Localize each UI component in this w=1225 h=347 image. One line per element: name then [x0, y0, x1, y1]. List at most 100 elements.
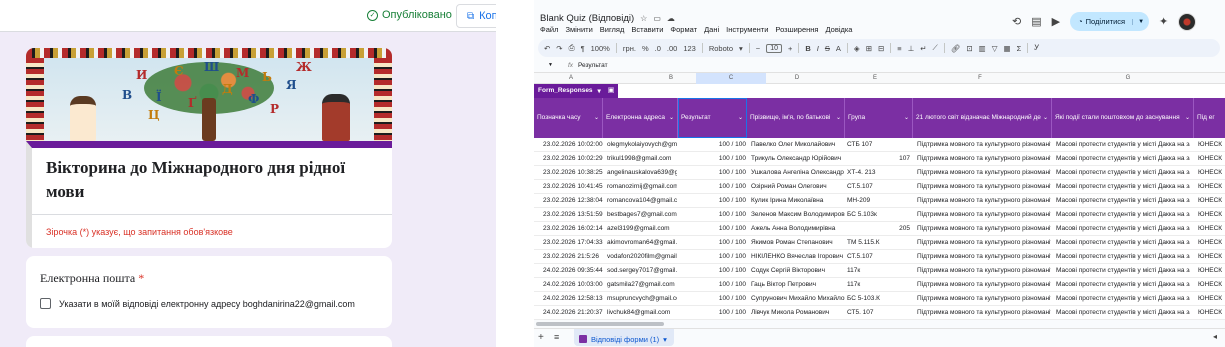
insert-link-icon[interactable]: 🔗︎	[951, 44, 961, 53]
table-cell[interactable]: 100 / 100	[680, 225, 746, 232]
table-cell[interactable]: 100 / 100	[680, 141, 746, 148]
table-cell[interactable]: 23.02.2026 10:02:29	[543, 155, 605, 162]
table-cell[interactable]: Підтримка мовного та культурного різнома…	[917, 253, 1051, 260]
table-cell[interactable]: Підтримка мовного та культурного різнома…	[917, 239, 1051, 246]
table-cell[interactable]: ЮНЕСК	[1198, 155, 1225, 162]
align-vertical-icon[interactable]: ⊥	[908, 44, 915, 53]
table-cell[interactable]: 24.02.2026 12:58:13	[543, 295, 605, 302]
table-cell[interactable]: БС 5.103к	[847, 211, 897, 218]
table-cell[interactable]: bestbages7@gmail.com	[607, 211, 677, 218]
table-cell[interactable]: ЮНЕСК	[1198, 281, 1225, 288]
table-cell[interactable]: 23.02.2026 16:02:14	[543, 225, 605, 232]
table-cell[interactable]: Підтримка мовного та культурного різнома…	[917, 211, 1051, 218]
table-cell[interactable]: 117к	[847, 281, 897, 288]
borders-icon[interactable]: ⊞	[866, 44, 872, 53]
undo-icon[interactable]: ↶	[544, 44, 550, 53]
table-cell[interactable]: Підтримка мовного та культурного різнома…	[917, 309, 1051, 316]
table-cell[interactable]: Содук Сергій Вікторович	[751, 267, 845, 274]
menu-item[interactable]: Дані	[704, 25, 719, 34]
menu-item[interactable]: Довідка	[826, 25, 853, 34]
table-cell[interactable]: gatsmila27@gmail.com	[607, 281, 677, 288]
formula-input[interactable]: Результат	[578, 62, 608, 69]
table-cell[interactable]: Трикуль Олександр Юрійович	[751, 155, 845, 162]
table-cell[interactable]: 100 / 100	[680, 197, 746, 204]
table-cell[interactable]: 100 / 100	[680, 211, 746, 218]
table-cell[interactable]: Підтримка мовного та культурного різнома…	[917, 225, 1051, 232]
table-cell[interactable]: ЮНЕСК	[1198, 267, 1225, 274]
column-letter[interactable]: D	[762, 75, 832, 81]
email-checkbox[interactable]	[40, 298, 51, 309]
column-header[interactable]: 21 лютого світ відзначає Міжнародний де ⌄	[913, 98, 1052, 138]
menu-item[interactable]: Вигляд	[600, 25, 625, 34]
column-letter[interactable]: F	[910, 75, 1050, 81]
font-size-increase-icon[interactable]: +	[788, 44, 792, 53]
table-cell[interactable]: Підтримка мовного та культурного різнома…	[917, 295, 1051, 302]
table-cell[interactable]: 100 / 100	[680, 295, 746, 302]
table-cell[interactable]: akimovroman64@gmail.cc	[607, 239, 677, 246]
table-cell[interactable]: Підтримка мовного та культурного різнома…	[917, 197, 1051, 204]
folder-icon[interactable]: ▭	[653, 14, 661, 23]
column-letter[interactable]: A	[556, 75, 586, 81]
horizontal-scrollbar[interactable]	[536, 322, 664, 326]
table-cell[interactable]: Масові протести студентів у місті Дакка …	[1056, 183, 1190, 190]
fill-color-icon[interactable]: ◈	[854, 44, 860, 53]
zoom-select[interactable]: 100%	[591, 44, 610, 53]
published-status[interactable]: ✓ Опубліковано	[367, 9, 452, 21]
table-name-chip[interactable]: Form_Responses ▾	[534, 84, 607, 98]
table-cell[interactable]: 100 / 100	[680, 267, 746, 274]
avatar[interactable]	[1178, 12, 1197, 31]
history-icon[interactable]: ⟲	[1012, 15, 1021, 28]
table-cell[interactable]: sod.sergey7017@gmail.cc	[607, 267, 677, 274]
font-size-decrease-icon[interactable]: −	[756, 44, 760, 53]
chevron-down-icon[interactable]: ⌄	[1185, 114, 1190, 121]
table-cell[interactable]: 23.02.2026 12:38:04	[543, 197, 605, 204]
table-cell[interactable]: ЮНЕСК	[1198, 253, 1225, 260]
sheet-tab[interactable]: Відповіді форми (1) ▾	[574, 329, 674, 346]
menu-item[interactable]: Файл	[540, 25, 558, 34]
table-cell[interactable]: 117к	[847, 267, 897, 274]
table-cell[interactable]: 24.02.2026 10:03:00	[543, 281, 605, 288]
table-cell[interactable]: Масові протести студентів у місті Дакка …	[1056, 155, 1190, 162]
chevron-down-icon[interactable]: ▼	[1132, 18, 1149, 25]
italic-icon[interactable]: I	[817, 44, 819, 53]
table-cell[interactable]: СТБ 107	[847, 141, 897, 148]
table-cell[interactable]: Ажель Анна Володимирівна	[751, 225, 845, 232]
table-cell[interactable]: Підтримка мовного та культурного різнома…	[917, 141, 1051, 148]
comment-icon[interactable]: ▤	[1031, 15, 1041, 28]
table-row[interactable]: 23.02.2026 10:41:45 romanozirnij@gmail.co…	[534, 180, 1225, 194]
table-cell[interactable]: ТМ 5.115.К	[847, 239, 897, 246]
email-checkbox-row[interactable]: Указати в моїй відповіді електронну адре…	[40, 298, 355, 309]
table-row[interactable]: 23.02.2026 16:02:14 azel3199@gmail.com 100…	[534, 222, 1225, 236]
table-cell[interactable]: Підтримка мовного та культурного різнома…	[917, 281, 1051, 288]
chevron-down-icon[interactable]: ▾	[739, 44, 743, 53]
table-cell[interactable]: 100 / 100	[680, 155, 746, 162]
table-row[interactable]: 24.02.2026 09:35:44 sod.sergey7017@gmail.…	[534, 264, 1225, 278]
table-cell[interactable]: Підтримка мовного та культурного різнома…	[917, 267, 1051, 274]
menu-item[interactable]: Змінити	[565, 25, 592, 34]
table-cell[interactable]: Масові протести студентів у місті Дакка …	[1056, 281, 1190, 288]
table-row[interactable]: 23.02.2026 10:38:25 angelinauskalova639@g…	[534, 166, 1225, 180]
table-cell[interactable]: СТ.5.107	[847, 183, 897, 190]
table-cell[interactable]: angelinauskalova639@gn	[607, 169, 677, 176]
table-cell[interactable]: Масові протести студентів у місті Дакка …	[1056, 225, 1190, 232]
table-cell[interactable]: Масові протести студентів у місті Дакка …	[1056, 239, 1190, 246]
table-row[interactable]: 23.02.2026 10:02:00 olegmykolaiyovych@gma…	[534, 138, 1225, 152]
table-cell[interactable]: 24.02.2026 09:35:44	[543, 267, 605, 274]
chevron-down-icon[interactable]: ⌄	[669, 114, 674, 121]
table-cell[interactable]: 23.02.2026 13:51:59	[543, 211, 605, 218]
table-row[interactable]: 23.02.2026 17:04:33 akimovroman64@gmail.c…	[534, 236, 1225, 250]
menu-item[interactable]: Розширення	[775, 25, 818, 34]
table-cell[interactable]: ХТ-4. 213	[847, 169, 897, 176]
menu-item[interactable]: Вставити	[631, 25, 663, 34]
table-cell[interactable]: 23.02.2026 17:04:33	[543, 239, 605, 246]
merge-cells-icon[interactable]: ⊟	[878, 44, 884, 53]
table-cell[interactable]: 100 / 100	[680, 183, 746, 190]
paint-format-icon[interactable]: ¶	[581, 44, 585, 53]
table-cell[interactable]: Супрунович Михайло Михайлов	[751, 295, 845, 302]
table-cell[interactable]: Зеленов Максим Володимиров	[751, 211, 845, 218]
filter-icon[interactable]: ▽	[992, 44, 998, 53]
table-cell[interactable]: 23.02.2026 10:41:45	[543, 183, 605, 190]
table-cell[interactable]: Масові протести студентів у місті Дакка …	[1056, 211, 1190, 218]
table-cell[interactable]: Масові протести студентів у місті Дакка …	[1056, 309, 1190, 316]
print-icon[interactable]: ⎙	[569, 43, 575, 53]
